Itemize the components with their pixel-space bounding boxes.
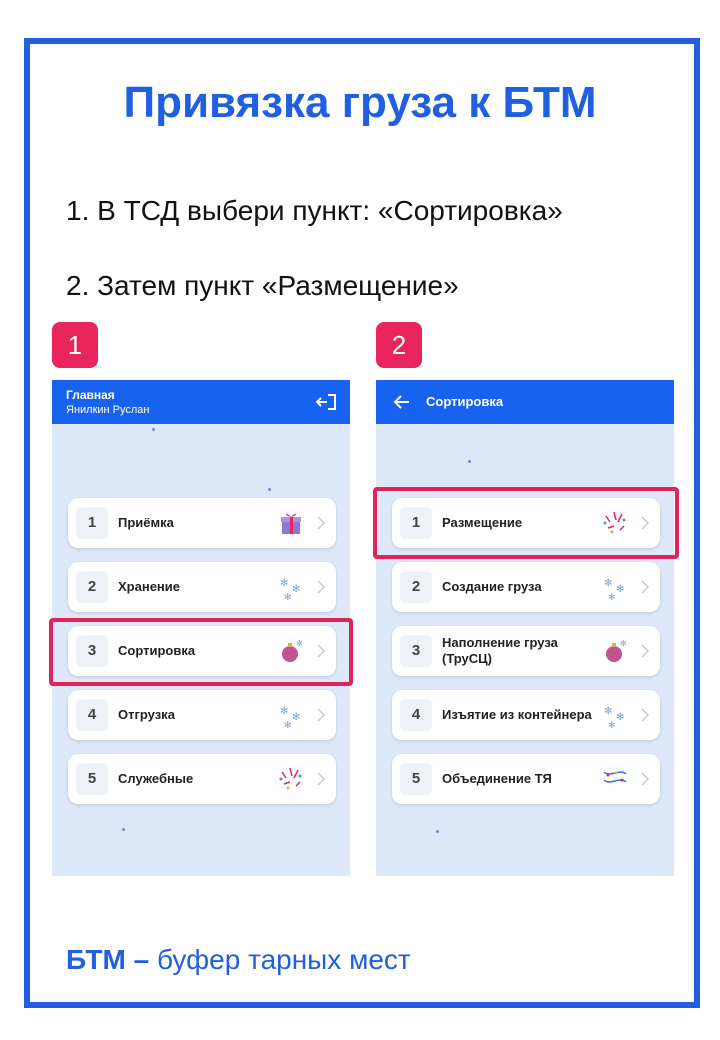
highlight-sortirovka [49,618,353,686]
item-label: Отгрузка [118,707,175,722]
header-title: Главная [66,388,115,402]
step-badge-1: 1 [52,322,98,368]
app-bar: Сортировка [376,380,674,424]
svg-text:✻: ✻ [604,706,612,717]
svg-text:✻: ✻ [616,584,624,595]
snowflake-dot [122,828,125,831]
chevron-right-icon [317,708,326,722]
menu-item-priemka[interactable]: 1 Приёмка [68,498,336,548]
back-arrow-icon[interactable] [392,392,412,412]
item-label: Объединение ТЯ [442,771,552,786]
chevron-right-icon [317,516,326,530]
snowflake-dot [468,460,471,463]
snowflakes-icon: ✻✻✻ [604,578,624,602]
svg-text:✻: ✻ [284,592,292,602]
menu-item-hranenie[interactable]: 2 Хранение ✻ ✻ ✻ [68,562,336,612]
svg-text:✻: ✻ [608,720,616,730]
logout-icon[interactable] [316,392,338,412]
chevron-right-icon [317,580,326,594]
step-1-text: 1. В ТСД выбери пункт: «Сортировка» [66,195,563,226]
footer-definition: БТМ – буфер тарных мест [66,944,411,976]
svg-text:✻: ✻ [280,706,288,717]
step-2-text: 2. Затем пункт «Размещение» [66,270,459,301]
snowflake-dot [152,428,155,431]
svg-text:✻: ✻ [280,578,288,589]
step-badge-2: 2 [376,322,422,368]
item-number: 2 [400,571,432,603]
item-number: 2 [76,571,108,603]
gift-icon [281,513,301,534]
header-title: Сортировка [426,394,504,409]
svg-text:✻: ✻ [292,584,300,595]
item-number: 4 [400,699,432,731]
item-label: Создание груза [442,579,542,594]
snowflakes-icon: ✻✻✻ [280,578,300,602]
item-number: 3 [400,635,432,667]
tsd-screen-sorting: Сортировка 1 Размещение 2 Создание груза… [376,380,674,876]
item-label: Служебные [118,771,194,786]
garland-icon [603,771,627,783]
menu-item-sozdanie-gruza[interactable]: 2 Создание груза ✻ ✻ ✻ [392,562,660,612]
svg-text:✻: ✻ [608,592,616,602]
chevron-right-icon [317,772,326,786]
menu-item-obedinenie[interactable]: 5 Объединение ТЯ [392,754,660,804]
header-user: Янилкин Руслан [66,404,150,416]
chevron-right-icon [641,772,650,786]
item-number: 4 [76,699,108,731]
highlight-razmeshchenie [373,487,679,559]
menu-item-sluzhebnye[interactable]: 5 Служебные [68,754,336,804]
chevron-right-icon [641,580,650,594]
svg-text:✻: ✻ [616,712,624,723]
item-number: 5 [76,763,108,795]
svg-text:✻: ✻ [292,712,300,723]
chevron-right-icon [641,644,650,658]
snowflake-dot [268,488,271,491]
confetti-icon [279,767,302,790]
menu-item-napolnenie-gruza[interactable]: 3 Наполнение груза (ТруСЦ) ✻ [392,626,660,676]
chevron-right-icon [641,708,650,722]
footer-abbr: БТМ – [66,944,150,975]
item-label: Наполнение груза (ТруСЦ) [442,635,558,666]
snowflakes-icon: ✻✻✻ [280,706,300,730]
snowflakes-icon: ✻✻✻ [604,706,624,730]
item-label: Изъятие из контейнера [442,707,592,722]
item-label: Хранение [118,579,180,594]
svg-text:✻: ✻ [284,720,292,730]
svg-text:✻: ✻ [620,639,627,648]
slide-title: Привязка груза к БТМ [123,78,597,127]
ornament-icon: ✻ [606,639,627,662]
menu-item-izyatie[interactable]: 4 Изъятие из контейнера ✻ ✻ ✻ [392,690,660,740]
app-bar: Главная Янилкин Руслан [52,380,350,424]
item-label: Приёмка [118,515,174,530]
snowflake-dot [436,830,439,833]
item-number: 5 [400,763,432,795]
footer-meaning: буфер тарных мест [157,944,411,975]
item-number: 1 [76,507,108,539]
svg-text:✻: ✻ [604,578,612,589]
menu-item-otgruzka[interactable]: 4 Отгрузка ✻ ✻ ✻ [68,690,336,740]
